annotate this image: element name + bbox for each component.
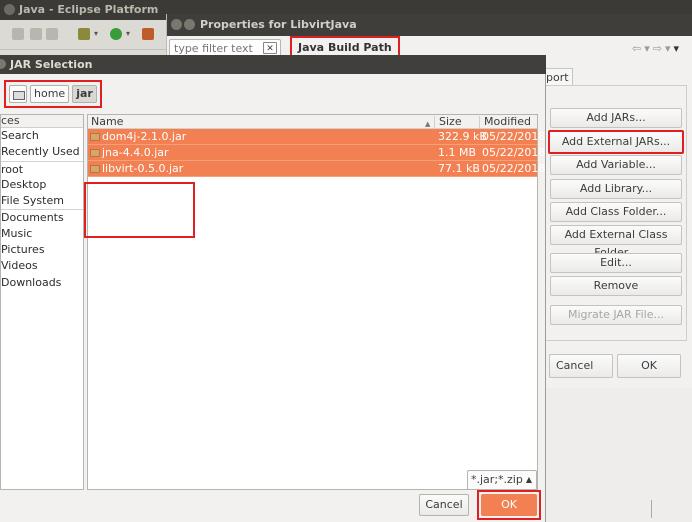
jar-file-icon [90, 149, 100, 157]
column-modified[interactable]: Modified [484, 116, 531, 128]
places-header: ces [1, 115, 83, 128]
jar-file-icon [90, 133, 100, 141]
path-crumb-jar[interactable]: jar [72, 85, 97, 103]
file-size: 1.1 MB [438, 146, 477, 159]
file-row[interactable]: dom4j-2.1.0.jar 322.9 kB 05/22/2018 [88, 129, 545, 145]
close-icon[interactable] [0, 59, 6, 69]
location-edit-icon[interactable] [9, 85, 27, 103]
eclipse-toolbar: ▾ ▾ [0, 20, 166, 50]
file-row[interactable]: jna-4.4.0.jar 1.1 MB 05/22/2018 [88, 145, 545, 161]
add-external-class-folder-button[interactable]: Add External Class Folder... [550, 225, 682, 259]
column-divider[interactable] [434, 116, 435, 129]
place-pictures[interactable]: Pictures [1, 242, 83, 258]
window-menu-icon[interactable] [4, 4, 15, 15]
jar-file-icon [90, 165, 100, 173]
file-name: jna-4.4.0.jar [102, 146, 169, 159]
clear-filter-icon[interactable]: ✕ [263, 42, 277, 54]
file-name: libvirt-0.5.0.jar [102, 162, 184, 175]
place-downloads[interactable]: Downloads [1, 275, 83, 291]
jar-ok-highlight: OK [477, 490, 541, 520]
place-recently-used[interactable]: Recently Used [1, 144, 83, 160]
back-dropdown-icon[interactable]: ▾ [644, 42, 653, 55]
remove-button[interactable]: Remove [550, 276, 682, 296]
place-root[interactable]: root [1, 160, 83, 177]
place-search[interactable]: Search [1, 128, 83, 144]
properties-ok-button[interactable]: OK [617, 354, 681, 378]
debug-dropdown-icon[interactable]: ▾ [94, 29, 98, 38]
status-divider [651, 500, 652, 518]
place-desktop[interactable]: Desktop [1, 177, 83, 193]
add-jars-button[interactable]: Add JARs... [550, 108, 682, 128]
save-icon[interactable] [30, 28, 42, 40]
new-file-icon[interactable] [12, 28, 24, 40]
add-library-button[interactable]: Add Library... [550, 179, 682, 199]
file-size: 322.9 kB [438, 130, 487, 143]
file-list-header: Name ▲ Size Modified [88, 115, 537, 129]
jar-selection-dialog: JAR Selection home jar ces Search Recent… [0, 55, 546, 522]
properties-title-bar: Properties for LibvirtJava [167, 14, 692, 36]
path-bar: home jar [4, 80, 102, 108]
column-size[interactable]: Size [439, 116, 462, 128]
close-icon[interactable] [171, 19, 182, 30]
run-dropdown-icon[interactable]: ▾ [126, 29, 130, 38]
history-nav[interactable]: ⇦▾⇨▾▾ [632, 42, 682, 55]
edit-button[interactable]: Edit... [550, 253, 682, 273]
file-size: 77.1 kB [438, 162, 480, 175]
file-list[interactable]: Name ▲ Size Modified dom4j-2.1.0.jar 322… [87, 114, 545, 490]
file-type-filter[interactable]: *.jar;*.zip ▲▼ [467, 470, 537, 502]
add-variable-button[interactable]: Add Variable... [550, 155, 682, 175]
jar-dialog-title: JAR Selection [10, 58, 93, 71]
place-file-system[interactable]: File System [1, 193, 83, 209]
jar-dialog-title-bar: JAR Selection [0, 55, 546, 74]
save-all-icon[interactable] [46, 28, 58, 40]
place-videos[interactable]: Videos [1, 258, 83, 274]
file-name: dom4j-2.1.0.jar [102, 130, 187, 143]
column-name[interactable]: Name [91, 116, 123, 128]
file-modified: 05/22/2018 [482, 146, 546, 159]
add-external-jars-button[interactable]: Add External JARs... [548, 130, 684, 154]
add-class-folder-button[interactable]: Add Class Folder... [550, 202, 682, 222]
places-sidebar: ces Search Recently Used root Desktop Fi… [0, 114, 84, 490]
forward-icon[interactable]: ⇨ [653, 42, 665, 55]
tab-order-export[interactable]: port [543, 68, 573, 86]
file-modified: 05/22/2018 [482, 162, 546, 175]
file-modified: 05/22/2018 [482, 130, 546, 143]
file-type-filter-value: *.jar;*.zip [471, 473, 523, 486]
minimize-icon[interactable] [184, 19, 195, 30]
place-documents[interactable]: Documents [1, 209, 83, 225]
properties-cancel-button[interactable]: Cancel [549, 354, 613, 378]
external-tools-icon[interactable] [142, 28, 154, 40]
file-row[interactable]: libvirt-0.5.0.jar 77.1 kB 05/22/2018 [88, 161, 545, 177]
column-divider[interactable] [479, 116, 480, 129]
jar-cancel-button[interactable]: Cancel [419, 494, 469, 516]
place-music[interactable]: Music [1, 226, 83, 242]
path-crumb-home[interactable]: home [30, 85, 70, 103]
back-icon[interactable]: ⇦ [632, 42, 644, 55]
migrate-jar-button[interactable]: Migrate JAR File... [550, 305, 682, 325]
jar-ok-button[interactable]: OK [481, 494, 537, 516]
view-menu-icon[interactable]: ▾ [673, 42, 682, 55]
filter-input[interactable] [170, 40, 254, 56]
properties-title: Properties for LibvirtJava [200, 18, 357, 31]
build-path-buttons: Add JARs... Add External JARs... Add Var… [543, 85, 687, 341]
eclipse-window-title: Java - Eclipse Platform [19, 3, 159, 16]
debug-icon[interactable] [78, 28, 90, 40]
eclipse-status-area [546, 388, 692, 522]
run-icon[interactable] [110, 28, 122, 40]
